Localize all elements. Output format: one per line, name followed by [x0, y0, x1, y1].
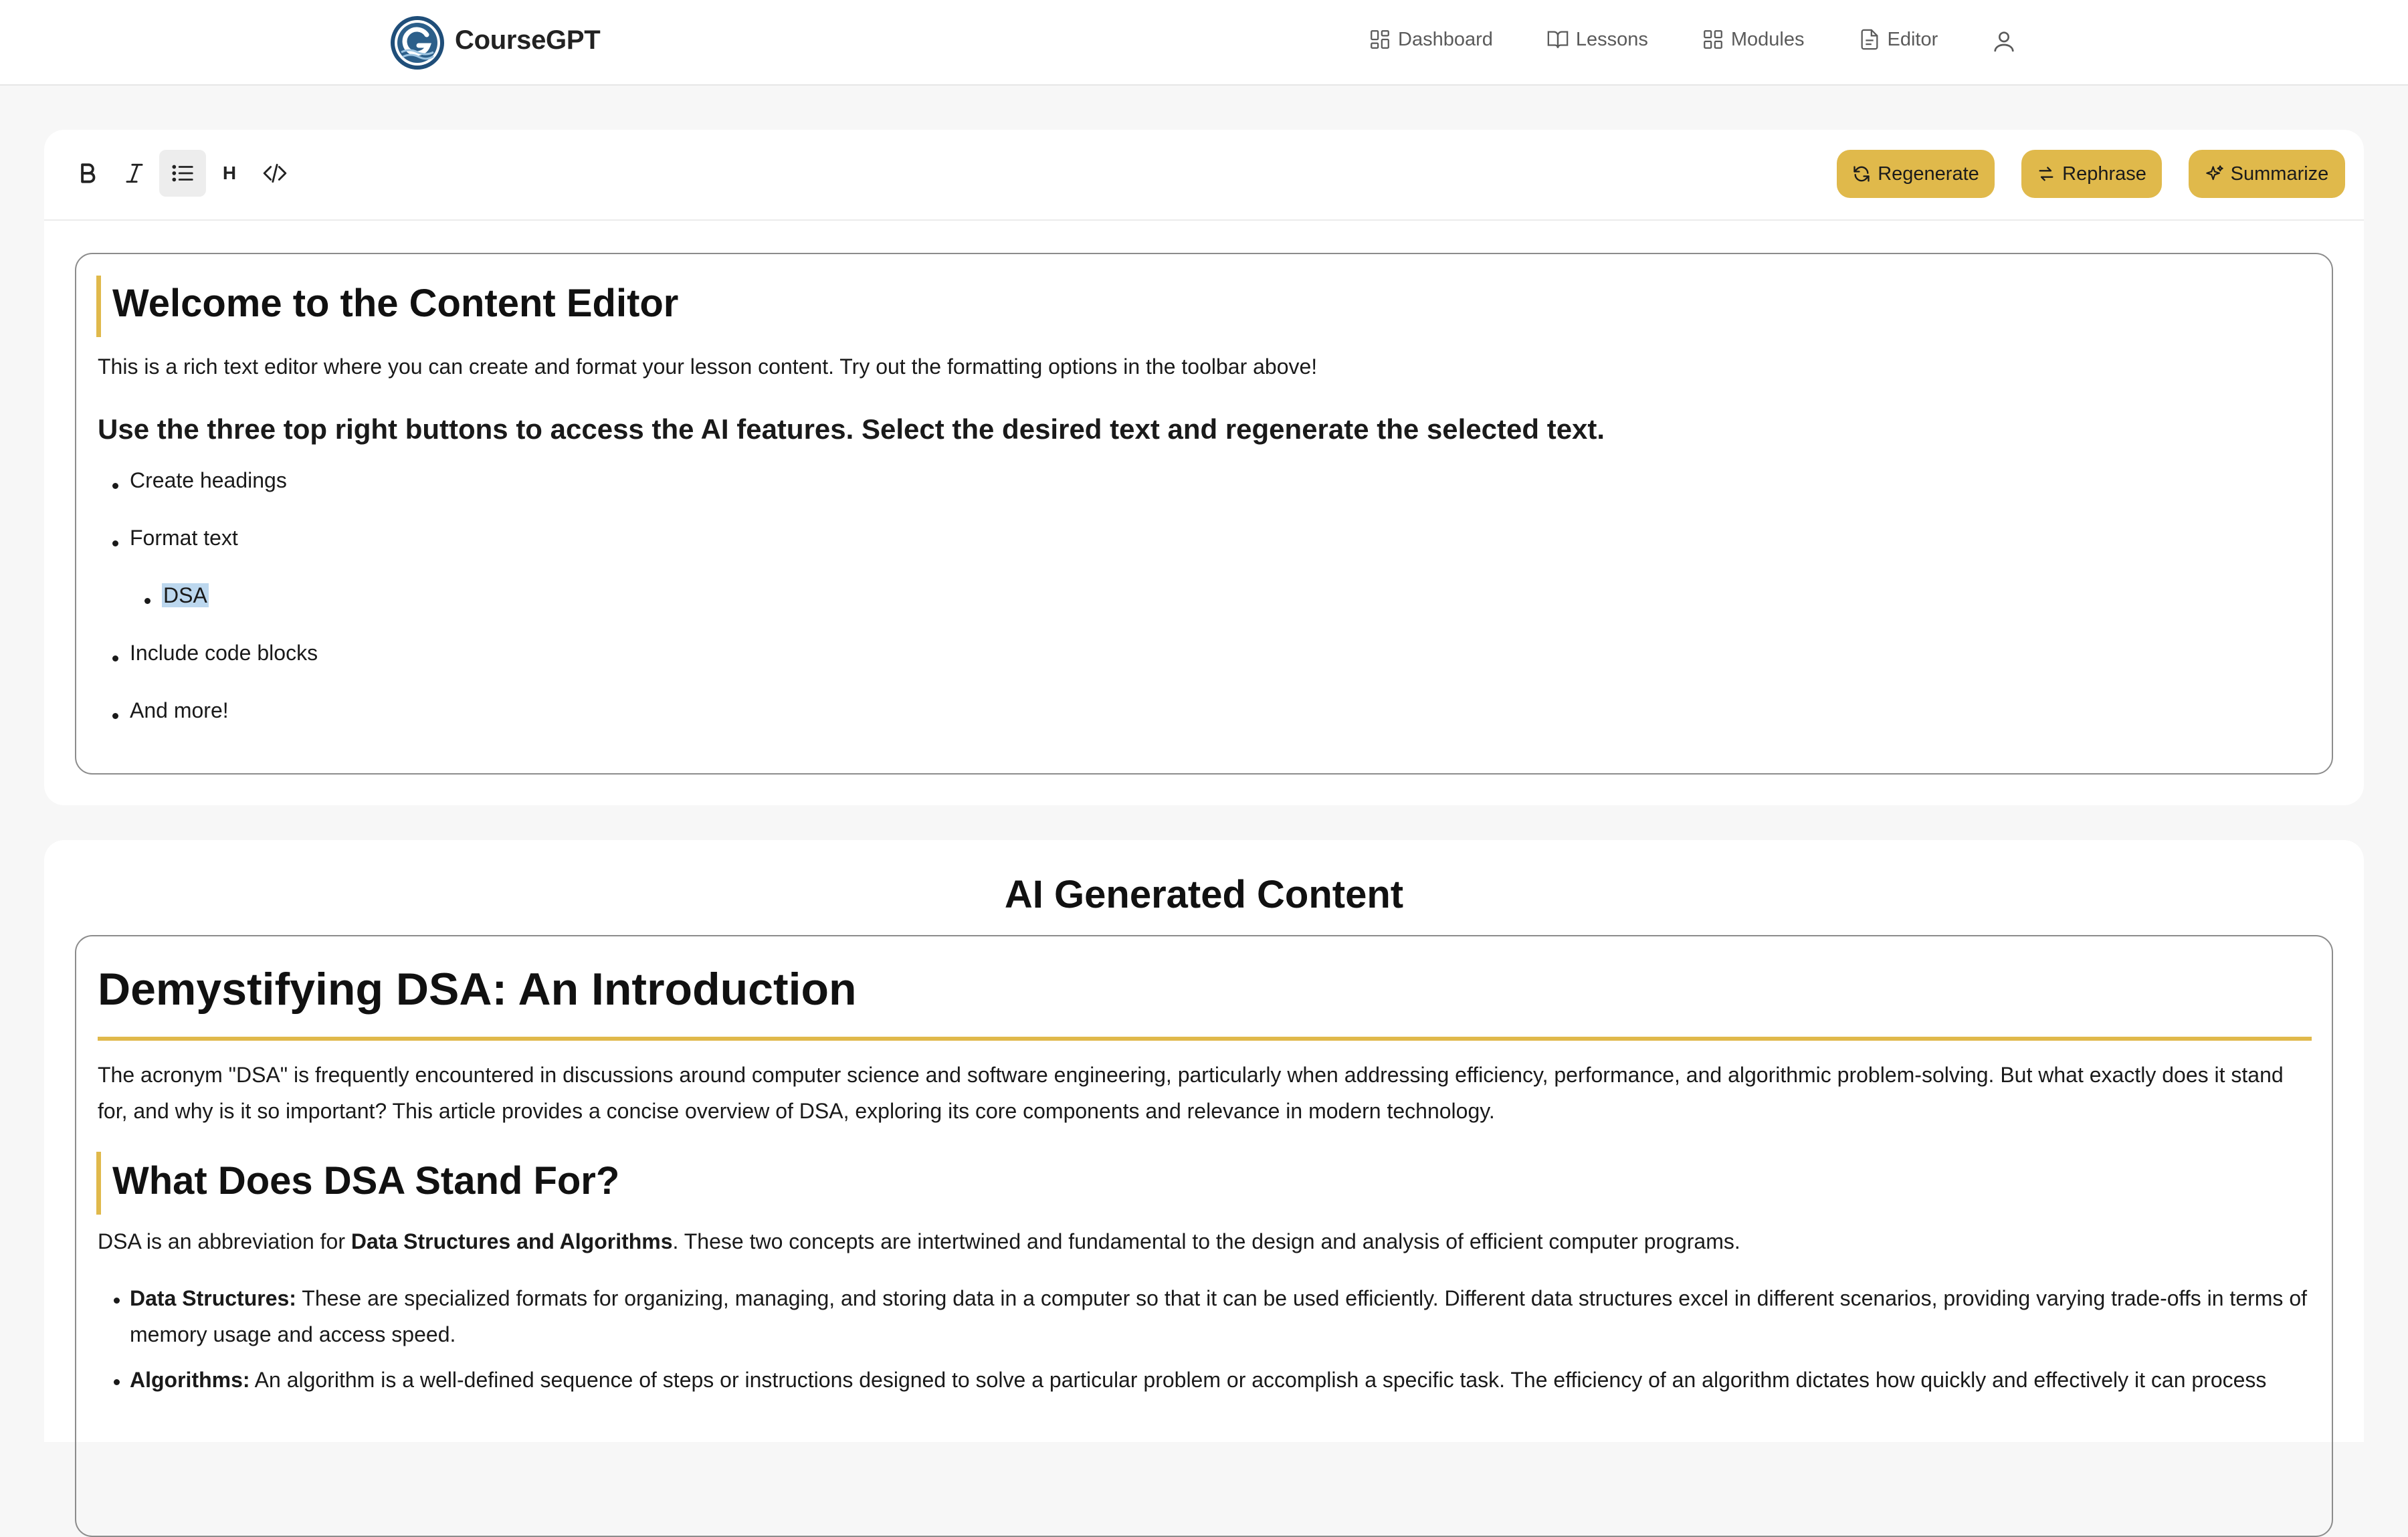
bullet-dot [114, 1379, 120, 1385]
editor-subheading: Use the three top right buttons to acces… [98, 413, 1605, 445]
editor-toolbar: H Regenerate Rephrase Summarize [44, 130, 2364, 221]
ai-generated-card: AI Generated Content Demystifying DSA: A… [44, 840, 2364, 1537]
text-segment: . These two concepts are intertwined and… [672, 1229, 1740, 1253]
nav-dashboard-label: Dashboard [1398, 28, 1493, 50]
nav-dashboard[interactable]: Dashboard [1369, 28, 1493, 51]
nav-editor-label: Editor [1887, 28, 1938, 50]
bold-term: Data Structures and Algorithms [350, 1229, 673, 1253]
list-item: And more! [130, 698, 229, 722]
heading-label: H [222, 163, 237, 183]
editor-heading: Welcome to the Content Editor [112, 282, 679, 325]
document-icon [1861, 29, 1878, 50]
ai-doc-title: Demystifying DSA: An Introduction [98, 964, 857, 1015]
bullet-dot [112, 540, 118, 546]
list-item: Data Structures: These are specialized f… [130, 1280, 2312, 1352]
list-item: Format text [130, 526, 238, 550]
ai-section-title: AI Generated Content [1004, 873, 1404, 916]
brand-name[interactable]: CourseGPT [455, 25, 601, 56]
heading-button[interactable]: H [206, 150, 253, 197]
swap-icon [2039, 167, 2053, 181]
bullet-dot [112, 713, 118, 719]
regenerate-label: Regenerate [1878, 163, 1979, 185]
code-button[interactable] [252, 150, 298, 197]
nav-lessons-label: Lessons [1575, 28, 1648, 50]
rich-text-editor[interactable]: Welcome to the Content Editor This is a … [75, 253, 2333, 775]
code-icon [263, 163, 287, 183]
refresh-icon [1853, 166, 1870, 182]
bullet-dot [112, 655, 118, 661]
book-icon [1547, 31, 1569, 48]
ai-subheading: What Does DSA Stand For? [112, 1159, 620, 1203]
rephrase-label: Rephrase [2062, 163, 2146, 185]
ai-content-panel: Demystifying DSA: An Introduction The ac… [75, 935, 2333, 1537]
top-navbar: CourseGPT Dashboard Lessons Modules Edit… [0, 0, 2408, 86]
summarize-label: Summarize [2230, 163, 2329, 185]
heading-accent-bar [96, 276, 101, 337]
summarize-button[interactable]: Summarize [2189, 150, 2345, 198]
coursegpt-logo[interactable] [389, 15, 445, 71]
bold-icon [81, 163, 96, 183]
nav-modules-label: Modules [1730, 28, 1805, 50]
list-item: Algorithms: An algorithm is a well-defin… [130, 1362, 2312, 1398]
list-item: Include code blocks [130, 641, 318, 665]
nav-modules[interactable]: Modules [1702, 28, 1805, 51]
list-item: Create headings [130, 468, 287, 492]
bullet-dot [144, 598, 150, 604]
bullet-dot [112, 483, 118, 489]
bullet-list-icon [172, 165, 193, 182]
main-nav: Dashboard Lessons Modules Editor [1369, 28, 1991, 51]
user-icon[interactable] [1991, 28, 2017, 55]
nav-editor[interactable]: Editor [1858, 28, 1938, 51]
grid-icon [1704, 30, 1722, 49]
bold-button[interactable] [64, 150, 111, 197]
dashboard-icon [1371, 30, 1389, 49]
editor-card: H Regenerate Rephrase Summarize Welcome … [44, 130, 2364, 805]
regenerate-button[interactable]: Regenerate [1837, 150, 1995, 198]
bold-term: Data Structures: [130, 1286, 296, 1310]
heading-accent-bar [96, 1152, 101, 1215]
nav-lessons[interactable]: Lessons [1546, 28, 1648, 51]
rephrase-button[interactable]: Rephrase [2021, 150, 2162, 198]
title-underline [98, 1037, 2312, 1041]
text-segment: DSA is an abbreviation for [98, 1229, 351, 1253]
editor-paragraph: This is a rich text editor where you can… [98, 354, 1318, 379]
ai-intro-paragraph: The acronym "DSA" is frequently encounte… [98, 1063, 2284, 1123]
ai-definition-paragraph: DSA is an abbreviation for Data Structur… [98, 1229, 1740, 1254]
list-item-selected: DSA [162, 583, 209, 608]
italic-icon [126, 163, 143, 183]
text-segment: These are specialized formats for organi… [130, 1286, 2307, 1346]
bullet-dot [114, 1298, 120, 1304]
sparkles-icon [2205, 165, 2223, 181]
bullet-list-button[interactable] [159, 150, 206, 197]
italic-button[interactable] [111, 150, 158, 197]
selected-text: DSA [162, 583, 209, 607]
